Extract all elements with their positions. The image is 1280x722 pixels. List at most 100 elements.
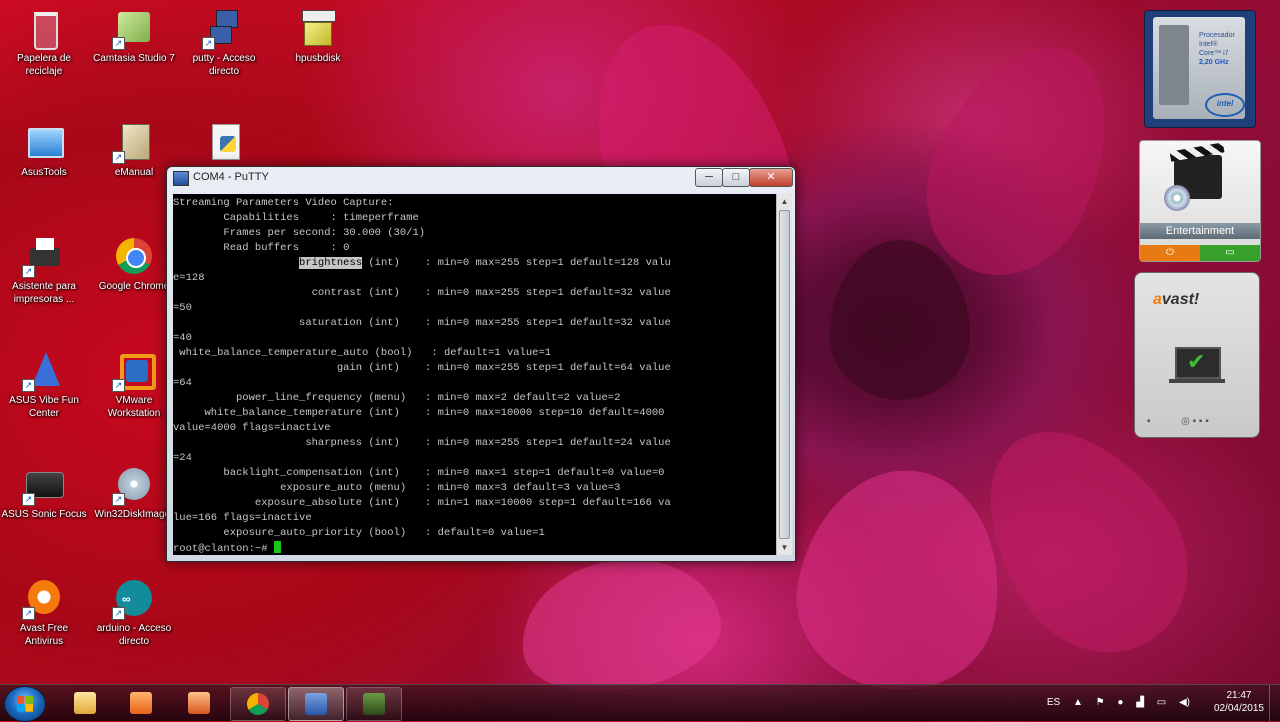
arduino-icon: ∞ ↗: [112, 578, 154, 620]
desktop-icon-hpusbdisk[interactable]: hpusbdisk: [274, 8, 362, 65]
volume-icon[interactable]: ◀): [1179, 697, 1190, 708]
desktop-icon-printer-wizard[interactable]: ↗ Asistente para impresoras ...: [0, 236, 88, 306]
clock[interactable]: 21:47 02/04/2015: [1214, 689, 1264, 715]
maximize-button[interactable]: □: [722, 168, 750, 187]
network-icon[interactable]: ▟: [1136, 697, 1144, 708]
battery-icon[interactable]: ▭: [1157, 697, 1166, 708]
putty-window[interactable]: COM4 - PuTTY ─ □ ✕ Streaming Parameters …: [166, 166, 796, 562]
taskbar-putty[interactable]: [288, 687, 344, 721]
terminal-line: =64: [173, 377, 192, 389]
taskbar-media-player[interactable]: [114, 687, 168, 719]
terminal-line: =24: [173, 452, 192, 464]
cpu-chip-icon: Procesador Intel® Core™ i7 2,20 GHz inte…: [1153, 17, 1245, 119]
taskbar-camtasia[interactable]: [346, 687, 402, 721]
terminal-line: backlight_compensation (int) : min=0 max…: [173, 467, 665, 479]
desktop-icon-arduino[interactable]: ∞ ↗ arduino - Acceso directo: [90, 578, 178, 648]
scroll-up-icon[interactable]: ▲: [777, 194, 792, 209]
desktop-icon-label: AsusTools: [21, 167, 67, 178]
desktop-icon-vibe-fun-center[interactable]: ↗ ASUS Vibe Fun Center: [0, 350, 88, 420]
avast-icon: ↗: [22, 578, 64, 620]
desktop-icon-label: eManual: [114, 167, 154, 178]
taskbar-explorer[interactable]: [58, 687, 112, 719]
terminal-line: =50: [173, 302, 192, 314]
tray-arrow-icon[interactable]: ▲: [1073, 697, 1083, 708]
asustools-icon: [24, 122, 64, 162]
taskbar: ES ▲ ⚑ ● ▟ ▭ ◀) 21:47 02/04/2015: [0, 684, 1280, 722]
desktop-icon-chrome[interactable]: Google Chrome: [90, 236, 178, 293]
disk-imager-icon: ↗: [112, 464, 154, 506]
scrollbar-thumb[interactable]: [779, 210, 790, 539]
terminal-line: sharpness (int) : min=0 max=255 step=1 d…: [173, 437, 671, 449]
putty-titlebar[interactable]: COM4 - PuTTY ─ □ ✕: [167, 167, 795, 189]
chrome-icon: [247, 693, 269, 715]
selected-text[interactable]: brightness: [299, 257, 363, 269]
terminal-cursor: [273, 541, 281, 553]
vibe-fun-center-icon: ↗: [22, 350, 64, 392]
clock-time: 21:47: [1226, 690, 1252, 701]
wallpaper-petal: [510, 543, 730, 707]
desktop-icon-asustools[interactable]: AsusTools: [0, 122, 88, 179]
language-indicator[interactable]: ES: [1047, 697, 1060, 708]
wallpaper-petal: [782, 454, 1018, 706]
close-button[interactable]: ✕: [749, 168, 793, 187]
terminal-line: =40: [173, 332, 192, 344]
desktop-icon-emanual[interactable]: ↗ eManual: [90, 122, 178, 179]
desktop-icon-putty[interactable]: ↗ putty - Acceso directo: [180, 8, 268, 78]
avast-tray-icon[interactable]: ●: [1117, 697, 1123, 708]
cpu-info: Procesador Intel® Core™ i7 2,20 GHz: [1199, 31, 1235, 67]
entertainment-label: Entertainment: [1140, 223, 1260, 239]
terminal-output[interactable]: Streaming Parameters Video Capture: Capa…: [173, 194, 776, 555]
desktop-icon-avast[interactable]: ↗ Avast Free Antivirus: [0, 578, 88, 648]
desktop-icon-label: hpusbdisk: [295, 53, 341, 64]
desktop-icon-camtasia[interactable]: ↗ Camtasia Studio 7: [90, 8, 178, 65]
avast-gadget[interactable]: avast! ▪ ◎ ▪ ▪ ▪: [1134, 272, 1260, 438]
terminal-line: exposure_auto (menu) : min=0 max=3 defau…: [173, 482, 621, 494]
desktop-icon-label: putty - Acceso directo: [192, 53, 256, 77]
media-icon[interactable]: ▭: [1200, 245, 1260, 261]
intel-logo: intel: [1205, 93, 1245, 117]
desktop-icon-label: ASUS Sonic Focus: [1, 509, 87, 520]
terminal-line: (int) : min=0 max=255 step=1 default=128…: [362, 257, 671, 269]
cpu-gadget[interactable]: Procesador Intel® Core™ i7 2,20 GHz inte…: [1144, 10, 1256, 128]
printer-icon: ↗: [22, 236, 64, 278]
scroll-down-icon[interactable]: ▼: [777, 540, 792, 555]
desktop-icon-label: Asistente para impresoras ...: [12, 281, 76, 305]
show-desktop-button[interactable]: [1269, 685, 1280, 721]
entertainment-gadget[interactable]: Entertainment ⏻ ▭: [1139, 140, 1261, 262]
desktop-icon-label: ASUS Vibe Fun Center: [9, 395, 79, 419]
cpu-line: Intel®: [1199, 41, 1218, 48]
desktop-icon-sonic-focus[interactable]: ↗ ASUS Sonic Focus: [0, 464, 88, 521]
putty-title: COM4 - PuTTY: [193, 171, 269, 183]
desktop-icon-label: Papelera de reciclaje: [17, 53, 71, 77]
desktop-icon-recycle-bin[interactable]: Papelera de reciclaje: [0, 8, 88, 78]
desktop-icon-label: VMware Workstation: [107, 395, 161, 419]
desktop-icon-label: Google Chrome: [98, 281, 170, 292]
terminal-line: Read buffers : 0: [173, 242, 350, 254]
clock-date: 02/04/2015: [1213, 703, 1264, 714]
terminal-line: power_line_frequency (menu) : min=0 max=…: [173, 392, 621, 404]
terminal-line: Frames per second: 30.000 (30/1): [173, 227, 426, 239]
terminal-line: exposure_auto_priority (bool) : default=…: [173, 527, 545, 539]
avast-social-icons[interactable]: ▪ ◎ ▪ ▪ ▪: [1147, 416, 1209, 427]
terminal-line: contrast (int) : min=0 max=255 step=1 de…: [173, 287, 671, 299]
terminal-line: white_balance_temperature_auto (bool) : …: [173, 347, 552, 359]
power-icon[interactable]: ⏻: [1140, 245, 1200, 261]
hpusbdisk-icon: [298, 8, 338, 48]
taskbar-chrome[interactable]: [230, 687, 286, 721]
terminal-scrollbar[interactable]: ▲ ▼: [776, 194, 792, 555]
avast-logo-rest: vast!: [1161, 291, 1200, 308]
shell-prompt: root@clanton:~#: [173, 543, 274, 555]
python-file-icon: [204, 122, 244, 162]
desktop-icon-win32diskimager[interactable]: ↗ Win32DiskImager: [90, 464, 178, 521]
taskbar-app[interactable]: [172, 687, 226, 719]
minimize-button[interactable]: ─: [695, 168, 723, 187]
start-button[interactable]: [4, 686, 46, 722]
desktop-icon-label: arduino - Acceso directo: [96, 623, 172, 647]
desktop-icon-vmware[interactable]: ↗ VMware Workstation: [90, 350, 178, 420]
flag-icon[interactable]: ⚑: [1096, 697, 1105, 708]
desktop-icon-python-file[interactable]: [180, 122, 268, 166]
putty-title-icon: [173, 171, 189, 186]
terminal-line: exposure_absolute (int) : min=1 max=1000…: [173, 497, 671, 509]
avast-logo-a: a: [1153, 291, 1162, 308]
